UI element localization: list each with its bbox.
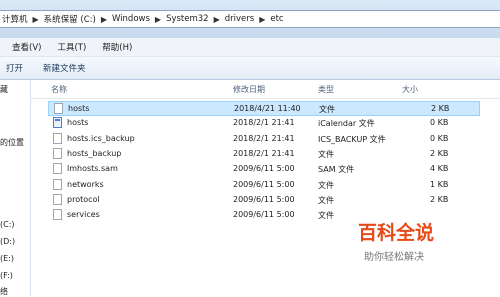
file-modified: 2018/2/1 21:41	[233, 148, 295, 158]
address-bar-area: 计算机 ▶ 系统保留 (C:) ▶ Windows ▶ System32 ▶ d…	[0, 0, 500, 38]
file-row[interactable]: protocol 2009/6/11 5:00 文件 2 KB	[48, 193, 480, 208]
file-size: 0 KB	[430, 118, 449, 128]
file-size: 1 KB	[430, 179, 449, 189]
file-icon	[54, 103, 63, 114]
file-size: 4 KB	[430, 164, 449, 174]
file-row[interactable]: lmhosts.sam 2009/6/11 5:00 SAM 文件 4 KB	[48, 162, 480, 177]
chevron-right-icon[interactable]: ▶	[30, 15, 42, 24]
file-type: 文件	[318, 180, 334, 190]
breadcrumb-windows[interactable]: Windows	[110, 14, 152, 24]
chevron-right-icon[interactable]: ▶	[256, 15, 268, 24]
column-header-type[interactable]: 类型	[318, 84, 334, 95]
watermark: 百科全说 助你轻松解决	[348, 212, 484, 272]
navigation-pane: 藏 的位置 (C:) (D:) (E:) (F:) 络	[0, 80, 31, 296]
file-size: 2 KB	[431, 104, 450, 113]
file-modified: 2018/2/1 21:41	[233, 118, 295, 128]
file-row[interactable]: networks 2009/6/11 5:00 文件 1 KB	[48, 178, 480, 193]
nav-item-recent-places[interactable]: 的位置	[0, 137, 24, 148]
file-name: hosts	[68, 104, 90, 113]
open-button[interactable]: 打开	[0, 62, 29, 74]
file-modified: 2018/4/21 11:40	[234, 104, 301, 113]
breadcrumb-etc[interactable]: etc	[268, 14, 285, 24]
watermark-subtitle: 助你轻松解决	[364, 252, 424, 263]
breadcrumb-drivers[interactable]: drivers	[223, 14, 256, 24]
chevron-right-icon[interactable]: ▶	[152, 15, 164, 24]
chevron-right-icon[interactable]: ▶	[211, 15, 223, 24]
file-type: 文件	[319, 105, 335, 114]
menu-tools[interactable]: 工具(T)	[53, 41, 90, 53]
file-row[interactable]: hosts_backup 2018/2/1 21:41 文件 2 KB	[48, 147, 480, 162]
file-row[interactable]: hosts 2018/2/1 21:41 iCalendar 文件 0 KB	[48, 116, 480, 131]
file-name: hosts	[67, 118, 89, 128]
file-name: hosts.ics_backup	[67, 133, 135, 143]
file-modified: 2009/6/11 5:00	[233, 194, 295, 204]
file-type: 文件	[318, 211, 334, 221]
file-name: hosts_backup	[67, 148, 122, 158]
file-icon	[53, 163, 62, 175]
file-modified: 2009/6/11 5:00	[233, 179, 295, 189]
menu-bar: 查看(V) 工具(T) 帮助(H)	[0, 38, 500, 57]
column-header-size[interactable]: 大小	[402, 84, 418, 95]
new-folder-button[interactable]: 新建文件夹	[37, 62, 92, 74]
file-row[interactable]: hosts.ics_backup 2018/2/1 21:41 ICS_BACKUP…	[48, 132, 480, 147]
file-icon	[53, 209, 62, 221]
file-size: 0 KB	[430, 133, 449, 143]
file-name: lmhosts.sam	[67, 164, 118, 174]
file-row[interactable]: hosts 2018/4/21 11:40 文件 2 KB	[48, 101, 480, 116]
file-name: services	[67, 210, 100, 220]
nav-item-drive-c[interactable]: (C:)	[0, 220, 15, 229]
nav-item-favorites[interactable]: 藏	[0, 84, 8, 95]
watermark-logo: 百科全说	[358, 222, 435, 244]
column-header-modified[interactable]: 修改日期	[233, 84, 265, 95]
address-bar[interactable]: 计算机 ▶ 系统保留 (C:) ▶ Windows ▶ System32 ▶ d…	[0, 10, 500, 28]
file-size: 2 KB	[430, 148, 449, 158]
nav-item-drive-f[interactable]: (F:)	[0, 271, 13, 280]
file-icon	[53, 147, 62, 159]
file-type: 文件	[318, 195, 334, 205]
file-type: iCalendar 文件	[318, 119, 375, 129]
breadcrumb-drive-c[interactable]: 系统保留 (C:)	[42, 13, 98, 25]
nav-item-network[interactable]: 络	[0, 286, 8, 297]
file-type: 文件	[318, 149, 334, 159]
file-modified: 2009/6/11 5:00	[233, 164, 295, 174]
nav-item-drive-d[interactable]: (D:)	[0, 237, 15, 246]
column-header-name[interactable]: 名称	[51, 84, 67, 95]
file-name: networks	[67, 179, 104, 189]
command-toolbar: 打开 新建文件夹	[0, 57, 500, 80]
file-icon	[53, 132, 62, 144]
file-size: 2 KB	[430, 194, 449, 204]
file-type: ICS_BACKUP 文件	[318, 134, 386, 144]
menu-help[interactable]: 帮助(H)	[98, 41, 136, 53]
file-icon	[53, 178, 62, 190]
breadcrumb-computer[interactable]: 计算机	[0, 13, 30, 25]
nav-item-drive-e[interactable]: (E:)	[0, 254, 14, 263]
menu-view[interactable]: 查看(V)	[8, 41, 45, 53]
file-modified: 2018/2/1 21:41	[233, 133, 295, 143]
file-type: SAM 文件	[318, 165, 355, 175]
calendar-file-icon	[53, 117, 62, 129]
breadcrumb-system32[interactable]: System32	[164, 14, 211, 24]
file-icon	[53, 193, 62, 205]
chevron-right-icon[interactable]: ▶	[98, 15, 110, 24]
file-modified: 2009/6/11 5:00	[233, 210, 295, 220]
file-name: protocol	[67, 194, 100, 204]
column-headers: 名称 修改日期 类型 大小	[31, 80, 500, 99]
